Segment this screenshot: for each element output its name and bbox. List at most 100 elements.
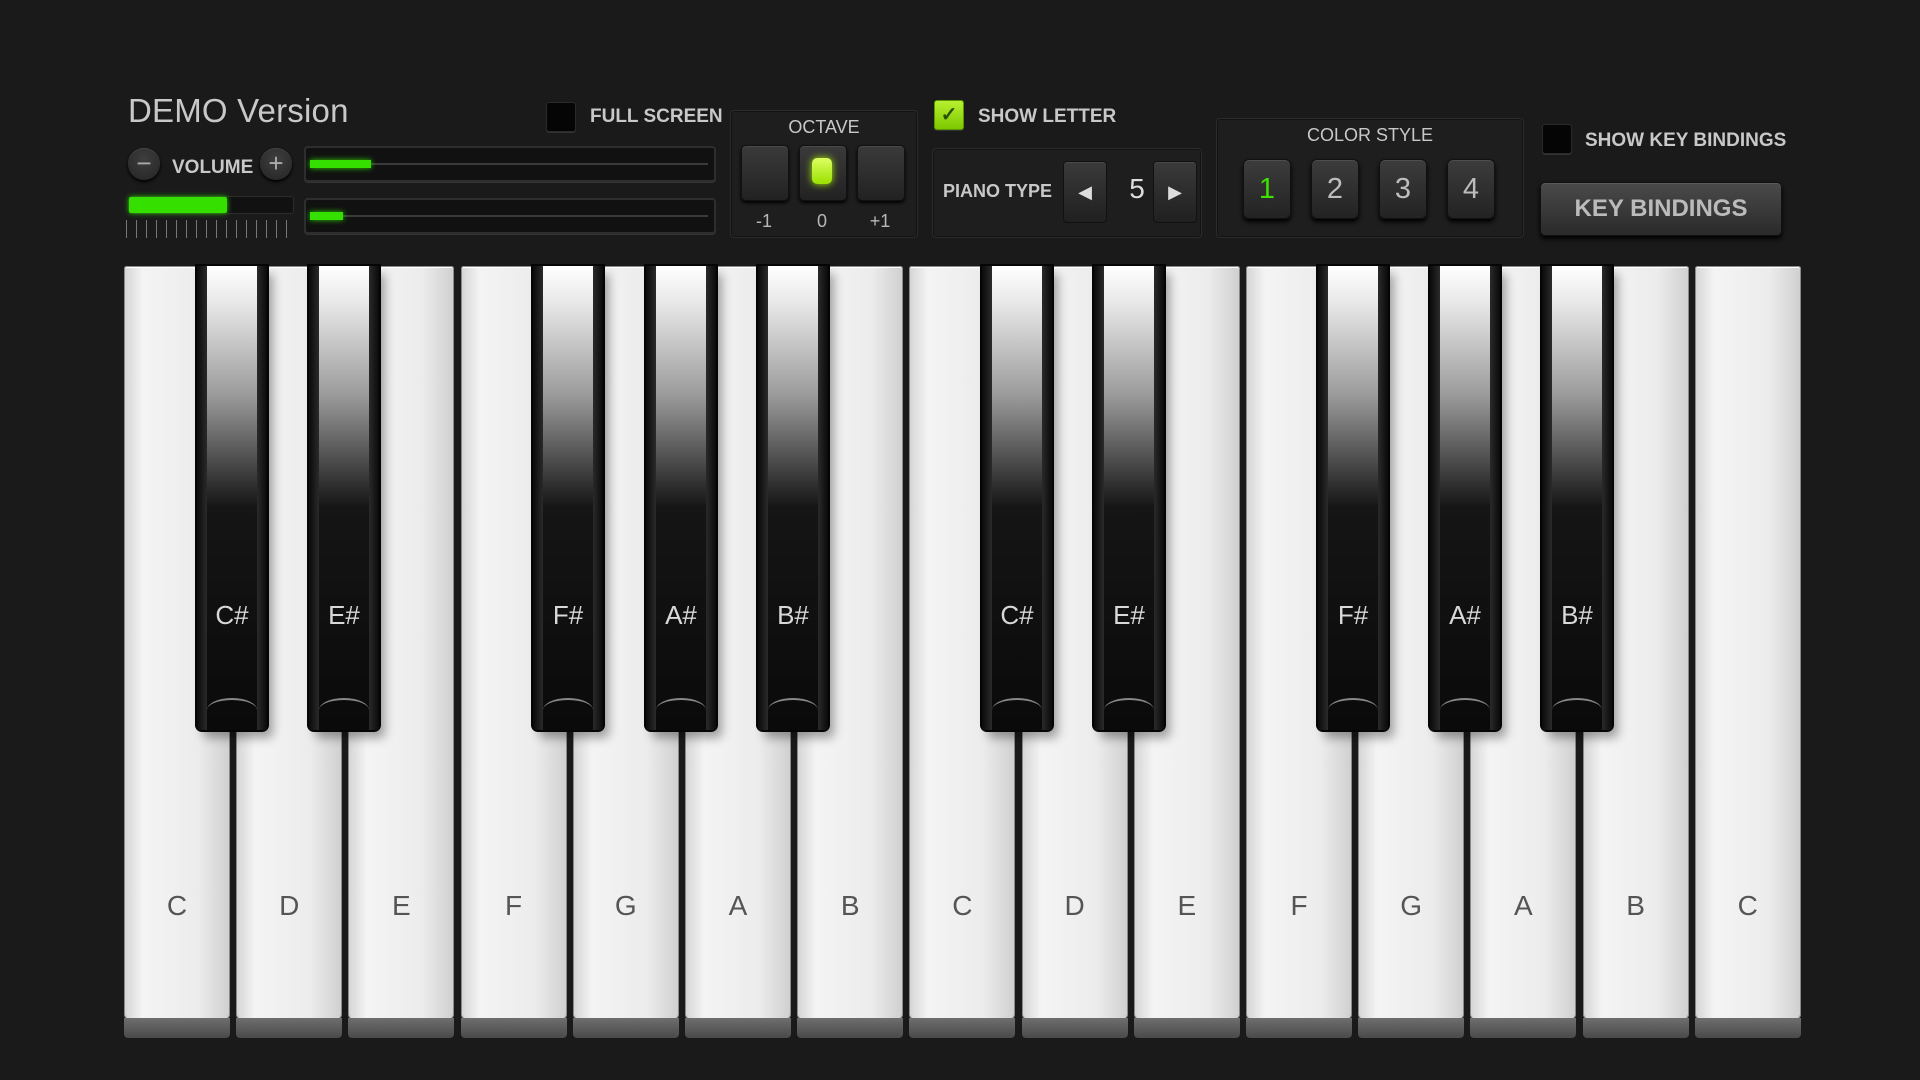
app-title: DEMO Version: [128, 92, 349, 129]
color-style-label: COLOR STYLE: [1306, 125, 1434, 145]
white-key-label: E: [1177, 890, 1197, 921]
octave-option-label: -1: [755, 211, 772, 231]
white-key[interactable]: C: [1694, 266, 1801, 1038]
volume-ticks: [126, 220, 296, 238]
slider-track: [312, 215, 708, 217]
full-screen-label: FULL SCREEN: [590, 106, 723, 127]
white-key-label: A: [728, 890, 748, 921]
white-key-label: B: [840, 890, 860, 921]
octave-minus-button[interactable]: [741, 145, 789, 201]
black-key[interactable]: B#: [1542, 266, 1612, 730]
octave-zero-button[interactable]: [799, 145, 847, 201]
show-letter-label: SHOW LETTER: [978, 106, 1117, 127]
piano-type-panel: PIANO TYPE ◀ 5 ▶: [932, 148, 1202, 238]
white-key-label: F: [505, 890, 523, 921]
volume-meter-fill: [129, 197, 228, 213]
black-key-label: F#: [1337, 600, 1369, 630]
slider-fill: [310, 212, 343, 220]
octave-selected-led: [812, 158, 832, 184]
black-key-label: A#: [1449, 600, 1481, 630]
key-lip: [1328, 698, 1378, 722]
black-key[interactable]: A#: [646, 266, 716, 730]
black-key-label: B#: [777, 600, 809, 630]
key-lip: [319, 698, 369, 722]
show-key-bindings-label: SHOW KEY BINDINGS: [1585, 130, 1787, 151]
black-key[interactable]: F#: [1318, 266, 1388, 730]
white-key-label: A: [1514, 890, 1533, 921]
piano-type-prev-button[interactable]: ◀: [1063, 161, 1107, 223]
chevron-left-icon: ◀: [1078, 182, 1092, 202]
piano-type-label: PIANO TYPE: [943, 181, 1053, 201]
volume-slider-bottom[interactable]: [304, 198, 716, 234]
white-key-label: F: [1290, 890, 1308, 921]
white-key-label: G: [614, 890, 637, 921]
octave-label: OCTAVE: [788, 117, 860, 137]
color-style-panel: COLOR STYLE 1 2 3 4: [1216, 118, 1524, 238]
key-base: [460, 1018, 567, 1038]
volume-decrease-button[interactable]: −: [128, 148, 160, 180]
white-key-label: G: [1400, 890, 1423, 921]
key-base: [124, 1018, 230, 1038]
piano-type-next-button[interactable]: ▶: [1153, 161, 1197, 223]
slider-track: [312, 163, 708, 165]
white-key-label: C: [952, 890, 973, 921]
key-bindings-button[interactable]: KEY BINDINGS: [1540, 182, 1782, 236]
key-lip: [656, 698, 706, 722]
key-base: [1133, 1018, 1240, 1038]
black-key[interactable]: E#: [309, 266, 379, 730]
chevron-right-icon: ▶: [1168, 182, 1182, 202]
volume-meter: [128, 196, 294, 214]
color-style-2-button[interactable]: 2: [1311, 159, 1359, 219]
octave-option-label: +1: [869, 211, 891, 231]
show-key-bindings-checkbox[interactable]: [1542, 124, 1572, 154]
key-base: [1021, 1018, 1128, 1038]
key-lip: [207, 698, 257, 722]
white-key-label: C: [1737, 890, 1758, 921]
color-style-3-button[interactable]: 3: [1379, 159, 1427, 219]
octave-plus-button[interactable]: [857, 145, 905, 201]
show-letter-checkbox[interactable]: ✓: [934, 100, 964, 130]
volume-slider-top[interactable]: [304, 146, 716, 182]
key-lip: [992, 698, 1042, 722]
key-lip: [1552, 698, 1602, 722]
key-base: [797, 1018, 904, 1038]
key-base: [572, 1018, 679, 1038]
black-key-label: C#: [215, 600, 249, 630]
black-key-label: B#: [1561, 600, 1593, 630]
black-key-label: A#: [665, 600, 697, 630]
color-style-1-button[interactable]: 1: [1243, 159, 1291, 219]
volume-increase-button[interactable]: +: [260, 148, 292, 180]
black-key-label: E#: [1113, 600, 1145, 630]
white-key-label: D: [1064, 890, 1085, 921]
black-key[interactable]: A#: [1430, 266, 1500, 730]
key-base: [1582, 1018, 1689, 1038]
key-lip: [543, 698, 593, 722]
key-lip: [1440, 698, 1490, 722]
volume-label: VOLUME: [172, 157, 254, 178]
black-key[interactable]: F#: [533, 266, 603, 730]
white-key-label: C: [166, 890, 188, 921]
key-base: [685, 1018, 791, 1038]
black-key-label: F#: [552, 600, 584, 630]
black-key[interactable]: C#: [982, 266, 1052, 730]
color-style-4-button[interactable]: 4: [1447, 159, 1495, 219]
key-base: [909, 1018, 1016, 1038]
key-base: [1694, 1018, 1801, 1038]
key-base: [236, 1018, 343, 1038]
check-icon: ✓: [940, 104, 958, 126]
white-key-label: E: [392, 890, 411, 921]
white-key-label: D: [279, 890, 300, 921]
full-screen-checkbox[interactable]: [546, 102, 576, 132]
octave-option-label: 0: [816, 211, 827, 231]
white-key-label: B: [1626, 890, 1645, 921]
black-key[interactable]: E#: [1094, 266, 1164, 730]
black-key-label: C#: [1000, 600, 1034, 630]
octave-panel: OCTAVE -1 0 +1: [730, 110, 918, 238]
black-key[interactable]: B#: [758, 266, 828, 730]
piano-type-value: 5: [1129, 173, 1145, 204]
key-lip: [1104, 698, 1154, 722]
black-key[interactable]: C#: [197, 266, 267, 730]
slider-fill: [310, 160, 372, 168]
key-lip: [768, 698, 818, 722]
key-base: [1246, 1018, 1352, 1038]
